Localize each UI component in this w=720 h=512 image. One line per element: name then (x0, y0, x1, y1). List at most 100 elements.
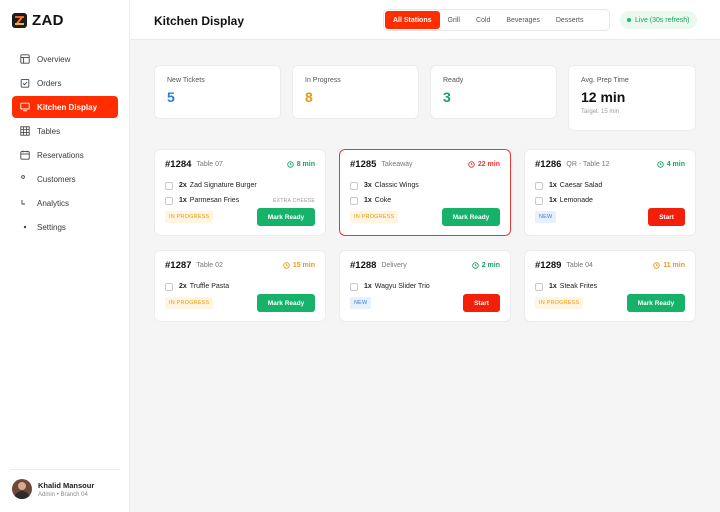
stat-label: New Tickets (167, 77, 205, 84)
sidebar-item-kitchen-display[interactable]: Kitchen Display (12, 96, 118, 118)
clock-icon (653, 261, 660, 269)
sidebar-item-tables[interactable]: Tables (12, 120, 118, 142)
ticket-time: 22 min (477, 160, 500, 168)
clipboard-icon (20, 78, 30, 88)
sidebar-item-analytics[interactable]: Analytics (12, 192, 118, 214)
monitor-icon (20, 102, 30, 112)
stat-target: Target: 15 min (581, 109, 620, 115)
start-button[interactable]: Start (463, 294, 500, 312)
brand[interactable]: ZAD (12, 11, 64, 29)
item-name: Coke (374, 197, 392, 204)
mark-ready-button[interactable]: Mark Ready (442, 208, 500, 226)
ticket-card: #1288 Delivery 2 min 1x Wagyu Slider Trio… (339, 250, 511, 322)
sidebar-item-overview[interactable]: Overview (12, 48, 118, 70)
list-item: 2x Zad Signature Burger (165, 178, 315, 193)
clock-icon (286, 160, 294, 168)
sidebar-item-settings[interactable]: Settings (12, 216, 118, 238)
sidebar-item-label: Settings (37, 222, 66, 232)
item-qty: 1x (364, 197, 372, 204)
list-item: 1x Lemonade (535, 193, 685, 208)
ticket-time: 2 min (481, 261, 500, 269)
brand-name: ZAD (32, 11, 64, 29)
live-status-badge: Live (30s refresh) (620, 11, 698, 29)
item-checkbox[interactable] (350, 196, 358, 205)
status-badge: IN PROGRESS (535, 297, 584, 309)
item-checkbox[interactable] (165, 181, 173, 190)
avatar (12, 479, 32, 499)
sidebar-item-reservations[interactable]: Reservations (12, 144, 118, 166)
status-badge: NEW (535, 211, 557, 223)
stat-card-new-tickets: New Tickets 5 (154, 65, 281, 119)
ticket-timer: 15 min (283, 262, 315, 269)
filter-desserts[interactable]: Desserts (548, 11, 592, 29)
sidebar: ZAD Overview Orders Kitchen Display Tabl… (0, 0, 130, 512)
item-checkbox[interactable] (535, 181, 543, 190)
mark-ready-button[interactable]: Mark Ready (257, 208, 315, 226)
ticket-source: Takeaway (381, 160, 413, 168)
list-item: 2x Truffle Pasta (165, 279, 315, 294)
clock-icon (468, 160, 475, 168)
ticket-card: #1284 Table 07 8 min 2x Zad Signature Bur… (154, 149, 326, 236)
stat-label: Ready (443, 77, 464, 84)
list-item: 1x Parmesan Fries EXTRA CHEESE (165, 193, 315, 208)
station-filter: All Stations Grill Cold Beverages Desser… (383, 9, 610, 31)
mark-ready-button[interactable]: Mark Ready (627, 294, 685, 312)
page-title: Kitchen Display (154, 14, 245, 28)
item-name: Lemonade (559, 197, 593, 204)
item-qty: 1x (549, 182, 557, 189)
filter-grill[interactable]: Grill (440, 11, 468, 29)
item-checkbox[interactable] (165, 282, 173, 291)
user-profile[interactable]: Khalid Mansour Admin • Branch 04 (12, 478, 118, 500)
item-name: Classic Wings (374, 182, 419, 189)
gear-icon (20, 222, 30, 232)
item-modifier: EXTRA CHEESE (273, 197, 315, 204)
item-qty: 3x (364, 182, 372, 189)
item-checkbox[interactable] (165, 196, 173, 205)
grid-icon (20, 126, 30, 136)
item-checkbox[interactable] (350, 282, 358, 291)
ticket-time: 15 min (292, 261, 315, 269)
ticket-time: 11 min (663, 261, 685, 269)
ticket-source: Table 02 (196, 261, 223, 269)
ticket-number: #1287 (165, 259, 192, 271)
status-badge: IN PROGRESS (165, 297, 214, 309)
ticket-source: Table 07 (196, 160, 223, 168)
ticket-number: #1286 (535, 158, 562, 170)
item-qty: 2x (179, 182, 187, 189)
ticket-timer: 2 min (471, 261, 500, 269)
calendar-icon (20, 150, 30, 160)
item-checkbox[interactable] (350, 181, 358, 190)
item-name: Parmesan Fries (189, 197, 240, 204)
status-badge: NEW (350, 297, 372, 309)
user-dot-icon (20, 174, 30, 184)
ticket-number: #1288 (350, 259, 377, 271)
filter-cold[interactable]: Cold (468, 11, 498, 29)
ticket-source: Delivery (381, 261, 407, 269)
item-checkbox[interactable] (535, 282, 543, 291)
sidebar-nav: Overview Orders Kitchen Display Tables R… (12, 48, 118, 240)
ticket-timer: 22 min (468, 161, 500, 168)
mark-ready-button[interactable]: Mark Ready (257, 294, 315, 312)
sidebar-item-orders[interactable]: Orders (12, 72, 118, 94)
ticket-source: Table 04 (566, 261, 593, 269)
list-item: 1x Wagyu Slider Trio (350, 279, 500, 294)
list-item: 1x Steak Frites (535, 279, 685, 294)
chart-icon (20, 198, 30, 208)
sidebar-item-label: Customers (37, 174, 76, 184)
stat-value: 5 (167, 89, 175, 105)
user-role: Admin • Branch 04 (38, 491, 88, 498)
layout-icon (20, 54, 30, 64)
item-checkbox[interactable] (535, 196, 543, 205)
ticket-time: 4 min (666, 160, 685, 168)
sidebar-item-label: Orders (37, 78, 62, 88)
sidebar-item-customers[interactable]: Customers (12, 168, 118, 190)
ticket-number: #1284 (165, 158, 192, 170)
stat-value: 3 (443, 89, 451, 105)
start-button[interactable]: Start (648, 208, 685, 226)
filter-all-stations[interactable]: All Stations (385, 11, 440, 29)
filter-beverages[interactable]: Beverages (498, 11, 547, 29)
stat-label: Avg. Prep Time (581, 77, 629, 84)
list-item: 1x Caesar Salad (535, 178, 685, 193)
top-bar: Kitchen Display All Stations Grill Cold … (130, 0, 720, 40)
item-name: Truffle Pasta (189, 283, 230, 290)
